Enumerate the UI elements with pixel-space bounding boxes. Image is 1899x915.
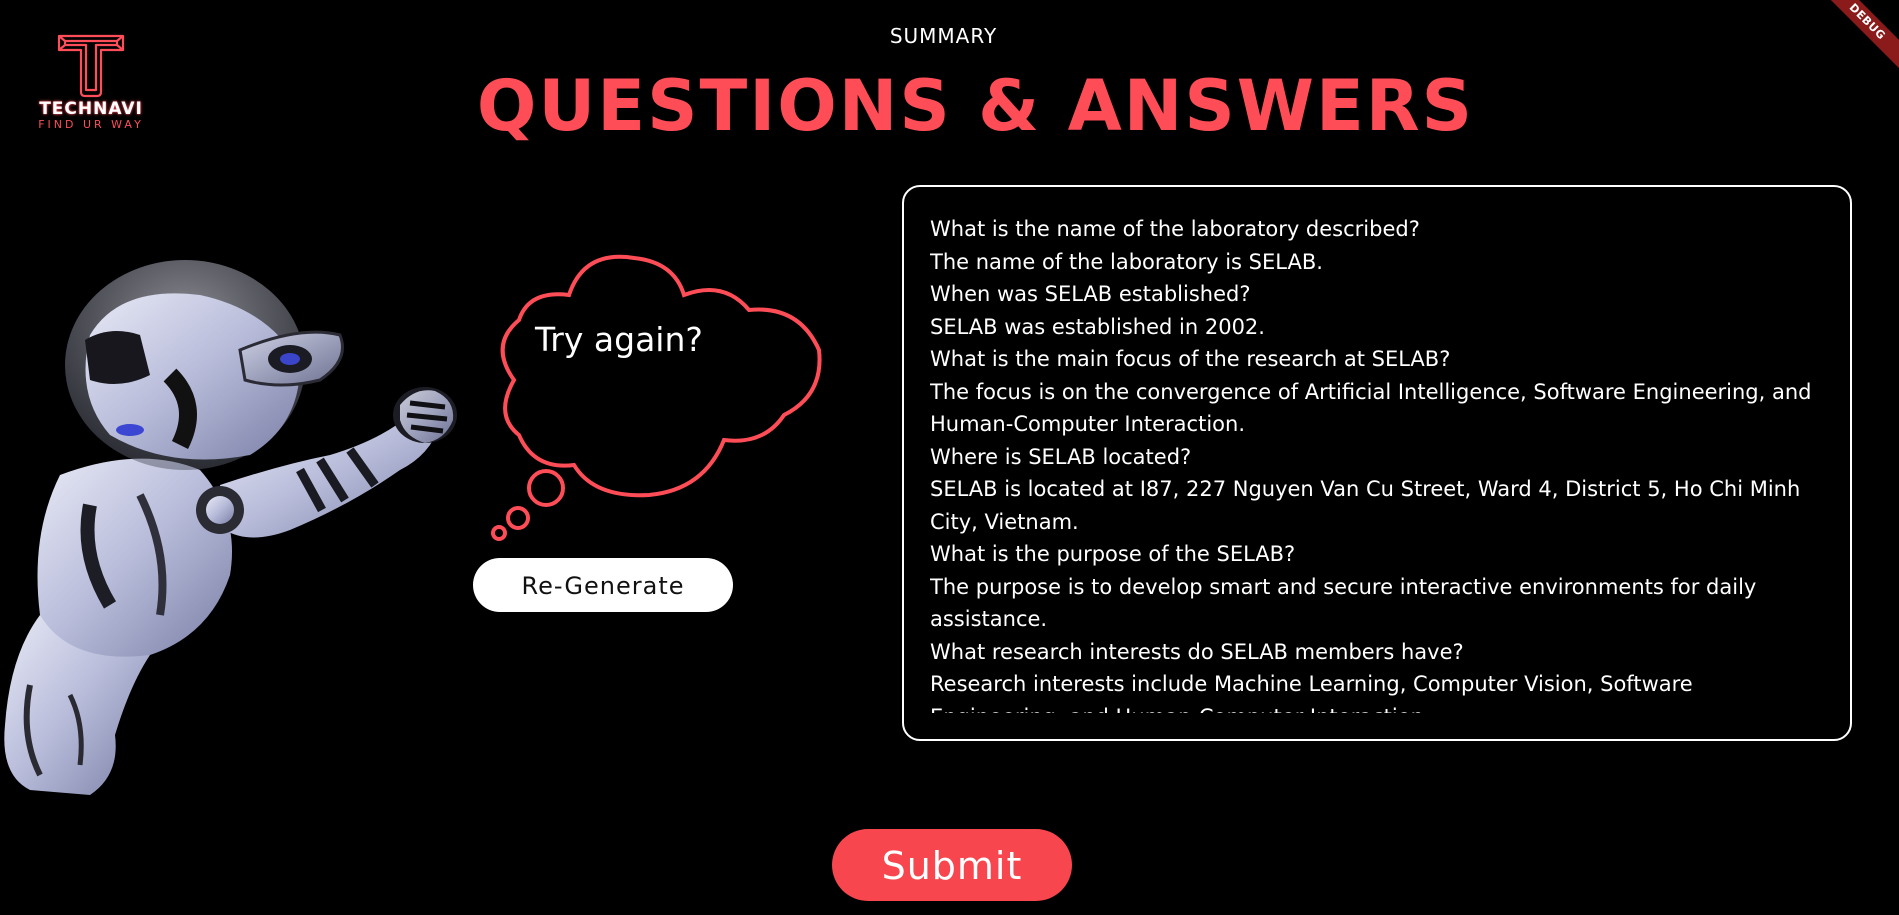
qa-question: What research interests do SELAB members… <box>930 639 1464 664</box>
qa-answer: Research interests include Machine Learn… <box>930 672 1693 713</box>
page-subtitle: SUMMARY <box>889 24 998 48</box>
thought-bubble-icon <box>491 254 822 541</box>
qa-answer: The purpose is to develop smart and secu… <box>930 574 1757 632</box>
page: TECHNAVI FIND UR WAY DEBUG SUMMARY QUEST… <box>0 0 1899 915</box>
qa-question: What is the purpose of the SELAB? <box>930 542 1296 566</box>
qa-question: Where is SELAB located? <box>930 444 1192 469</box>
regenerate-button[interactable]: Re-Generate <box>473 558 733 612</box>
qa-answer: The name of the laboratory is SELAB. <box>930 249 1323 274</box>
flying-robot-illustration <box>4 260 457 795</box>
page-title: QUESTIONS & ANSWERS <box>476 65 1475 147</box>
qa-answer: SELAB is located at I87, 227 Nguyen Van … <box>930 477 1801 534</box>
qa-question: What is the name of the laboratory descr… <box>930 217 1420 241</box>
qa-question: What is the main focus of the research a… <box>930 347 1451 371</box>
qa-scroll-area[interactable]: What is the name of the laboratory descr… <box>930 213 1824 713</box>
qa-answer: SELAB was established in 2002. <box>930 314 1265 339</box>
thought-bubble-text: Try again? <box>535 320 703 359</box>
qa-answer: The focus is on the convergence of Artif… <box>930 379 1812 437</box>
qa-panel[interactable]: What is the name of the laboratory descr… <box>902 185 1852 741</box>
submit-button[interactable]: Submit <box>832 829 1072 901</box>
qa-question: When was SELAB established? <box>930 282 1251 306</box>
